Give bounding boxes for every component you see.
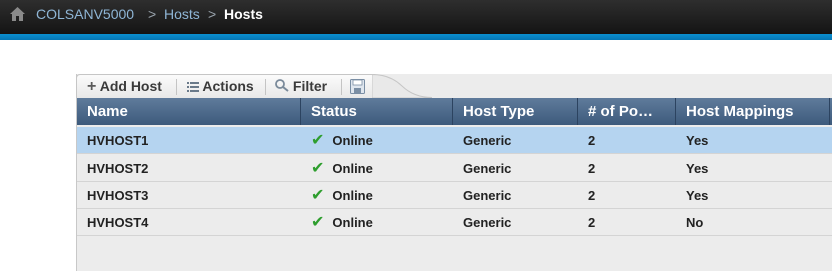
breadcrumb-separator: > bbox=[148, 6, 157, 22]
column-header-ports[interactable]: # of Po… bbox=[578, 98, 676, 125]
accent-stripe bbox=[0, 34, 832, 40]
add-host-button[interactable]: + Add Host bbox=[87, 75, 162, 98]
table-row[interactable]: HVHOST3 ✔ Online Generic 2 Yes bbox=[77, 182, 832, 209]
mappings-cell: Yes bbox=[686, 161, 709, 176]
save-icon[interactable] bbox=[350, 79, 365, 94]
ports-cell: 2 bbox=[588, 133, 596, 148]
breadcrumb-system[interactable]: COLSANV5000 bbox=[36, 0, 134, 28]
actions-label: Actions bbox=[202, 78, 254, 94]
home-icon[interactable] bbox=[9, 6, 26, 22]
check-icon: ✔ bbox=[311, 132, 325, 149]
filter-label: Filter bbox=[292, 78, 328, 94]
ports-cell: 2 bbox=[588, 215, 596, 230]
toolbar: + Add Host Actions Filter bbox=[76, 74, 378, 98]
table-header: Name Status Host Type # of Po… Host Mapp… bbox=[77, 98, 832, 125]
toolbar-divider bbox=[341, 79, 342, 95]
status-text: Online bbox=[332, 133, 373, 148]
host-name-cell: HVHOST1 bbox=[87, 133, 149, 148]
check-icon: ✔ bbox=[311, 160, 325, 177]
status-cell: ✔ Online bbox=[301, 155, 373, 182]
status-text: Online bbox=[332, 161, 373, 176]
status-text: Online bbox=[332, 215, 373, 230]
host-type-cell: Generic bbox=[463, 133, 512, 148]
host-name-cell: HVHOST2 bbox=[87, 161, 149, 176]
status-text: Online bbox=[332, 188, 373, 203]
breadcrumb-current: Hosts bbox=[224, 6, 263, 22]
host-type-cell: Generic bbox=[463, 188, 512, 203]
mappings-cell: Yes bbox=[686, 188, 709, 203]
search-icon bbox=[275, 79, 289, 92]
check-icon: ✔ bbox=[311, 214, 325, 231]
breadcrumb-separator: > bbox=[208, 6, 217, 22]
status-cell: ✔ Online bbox=[301, 182, 373, 209]
column-header-host-mappings[interactable]: Host Mappings bbox=[676, 98, 830, 125]
plus-icon: + bbox=[87, 78, 97, 95]
breadcrumb-hosts[interactable]: Hosts bbox=[164, 0, 200, 28]
host-type-cell: Generic bbox=[463, 215, 512, 230]
ports-cell: 2 bbox=[588, 161, 596, 176]
table-row[interactable]: HVHOST1 ✔ Online Generic 2 Yes bbox=[77, 127, 832, 154]
toolbar-tab-corner bbox=[372, 74, 432, 98]
add-host-label: Add Host bbox=[99, 78, 162, 94]
table-row[interactable]: HVHOST4 ✔ Online Generic 2 No bbox=[77, 209, 832, 236]
mappings-cell: Yes bbox=[686, 133, 709, 148]
status-cell: ✔ Online bbox=[301, 127, 373, 154]
list-icon bbox=[187, 82, 199, 92]
top-bar: COLSANV5000 > Hosts > Hosts bbox=[0, 0, 832, 34]
table-row[interactable]: HVHOST2 ✔ Online Generic 2 Yes bbox=[77, 155, 832, 182]
toolbar-divider bbox=[265, 79, 266, 95]
status-cell: ✔ Online bbox=[301, 209, 373, 236]
column-header-host-type[interactable]: Host Type bbox=[453, 98, 578, 125]
host-name-cell: HVHOST3 bbox=[87, 188, 149, 203]
host-type-cell: Generic bbox=[463, 161, 512, 176]
host-name-cell: HVHOST4 bbox=[87, 215, 149, 230]
toolbar-divider bbox=[176, 79, 177, 95]
column-header-status[interactable]: Status bbox=[301, 98, 453, 125]
filter-button[interactable]: Filter bbox=[275, 75, 327, 98]
column-header-name[interactable]: Name bbox=[77, 98, 301, 125]
ports-cell: 2 bbox=[588, 188, 596, 203]
actions-button[interactable]: Actions bbox=[187, 75, 254, 98]
check-icon: ✔ bbox=[311, 187, 325, 204]
mappings-cell: No bbox=[686, 215, 704, 230]
